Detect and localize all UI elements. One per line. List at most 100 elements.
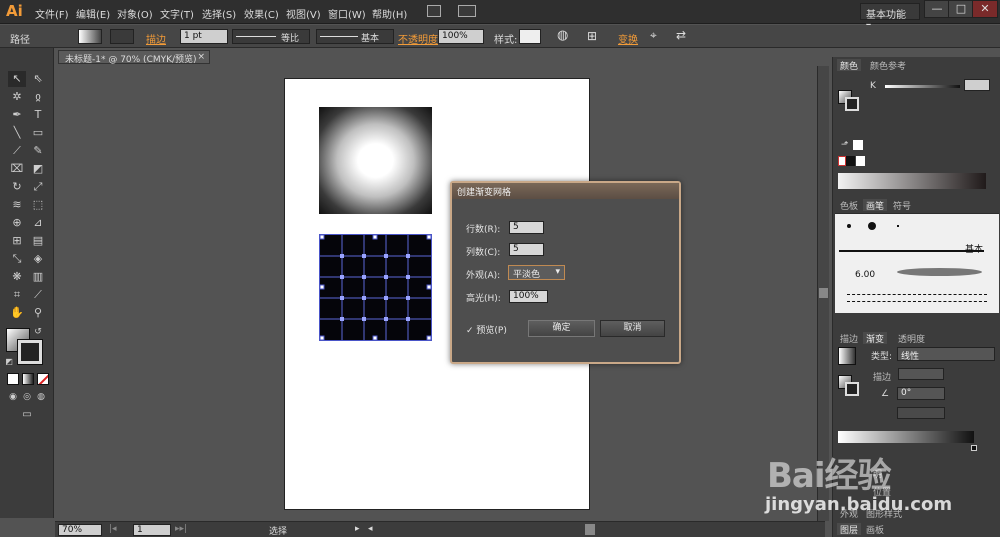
gradient-preview[interactable]: [838, 347, 856, 365]
document-tab[interactable]: 未标题-1* @ 70% (CMYK/预览) ×: [58, 50, 210, 65]
brush-dot-large[interactable]: [868, 222, 876, 230]
tab-color[interactable]: 颜色: [837, 59, 862, 72]
arrange-documents-icon[interactable]: [458, 5, 476, 17]
gradient-type-select[interactable]: 线性: [897, 347, 995, 362]
rotate-tool-icon[interactable]: ↻: [8, 179, 26, 195]
column-graph-tool-icon[interactable]: ▥: [29, 269, 47, 285]
workspace-switcher[interactable]: 基本功能 ▾: [860, 3, 920, 32]
highlight-field[interactable]: 100%: [509, 290, 548, 303]
opacity-label[interactable]: 不透明度: [398, 31, 438, 46]
stroke-color-swatch[interactable]: [17, 339, 43, 365]
swap-colors-icon[interactable]: ↺: [32, 324, 44, 337]
tab-transparency[interactable]: 透明度: [895, 332, 928, 345]
stroke-gradient-buttons[interactable]: [898, 368, 944, 380]
perspective-grid-tool-icon[interactable]: ⊿: [29, 215, 47, 231]
opacity-field[interactable]: 100%: [438, 29, 484, 44]
draw-normal-icon[interactable]: ◉: [6, 389, 20, 405]
recolor-icon[interactable]: ◍: [557, 28, 568, 43]
stroke-weight-field[interactable]: 1 pt: [180, 29, 228, 44]
tab-stroke[interactable]: 描边: [837, 332, 861, 345]
gradient-tool-icon[interactable]: ▤: [29, 233, 47, 249]
eyedropper-tool-icon[interactable]: ⤡: [8, 251, 26, 267]
bridge-icon[interactable]: [427, 5, 441, 17]
rows-field[interactable]: 5: [509, 221, 544, 234]
eraser-tool-icon[interactable]: ◩: [29, 161, 47, 177]
minimize-button[interactable]: —: [924, 0, 950, 18]
zoom-field[interactable]: 70%: [58, 524, 102, 536]
paintbrush-tool-icon[interactable]: ⟋: [8, 143, 26, 159]
tab-symbols[interactable]: 符号: [890, 199, 914, 212]
tab-swatches[interactable]: 色板: [837, 199, 861, 212]
width-tool-icon[interactable]: ≋: [8, 197, 26, 213]
isolate-icon[interactable]: ⌖: [650, 28, 657, 43]
angle-field[interactable]: 0°: [897, 387, 945, 400]
line-tool-icon[interactable]: ╲: [8, 125, 26, 141]
align-icon[interactable]: ⊞: [587, 29, 597, 43]
appearance-select[interactable]: 平淡色 ▾: [508, 265, 565, 280]
color-spectrum[interactable]: [838, 173, 986, 189]
scale-tool-icon[interactable]: ⤢: [29, 179, 47, 195]
restore-button[interactable]: □: [948, 0, 974, 18]
blob-brush-tool-icon[interactable]: ⌧: [8, 161, 26, 177]
horizontal-scroll-thumb[interactable]: [585, 524, 595, 535]
default-colors-icon[interactable]: ◩: [4, 354, 14, 366]
panel-menu-icon[interactable]: ⇄: [676, 28, 686, 42]
slice-tool-icon[interactable]: ⟋: [29, 287, 47, 303]
none-swatch[interactable]: [838, 156, 846, 166]
next-page-icon[interactable]: ▸▸|: [175, 524, 187, 534]
direct-selection-tool-icon[interactable]: ⇖: [29, 71, 47, 87]
zoom-tool-icon[interactable]: ⚲: [29, 305, 47, 321]
basic-brush-line[interactable]: [839, 250, 984, 252]
out-of-gamut-icon[interactable]: ⬏: [841, 140, 849, 150]
status-menu-icon[interactable]: ▸: [355, 524, 360, 534]
transform-label[interactable]: 变换: [618, 31, 638, 46]
pencil-tool-icon[interactable]: ✎: [29, 143, 47, 159]
artboard-tool-icon[interactable]: ⌗: [8, 287, 26, 303]
color-stroke-swatch[interactable]: [845, 97, 859, 111]
selection-tool-icon[interactable]: ↖: [8, 71, 26, 87]
rectangle-tool-icon[interactable]: ▭: [29, 125, 47, 141]
k-value-field[interactable]: [964, 79, 990, 91]
screen-mode-icon[interactable]: ▭: [18, 407, 36, 423]
brush-dot-small[interactable]: [847, 224, 851, 228]
blend-tool-icon[interactable]: ◈: [29, 251, 47, 267]
gradient-mesh-object[interactable]: [319, 234, 432, 341]
symbol-sprayer-tool-icon[interactable]: ❋: [8, 269, 26, 285]
hand-tool-icon[interactable]: ✋: [8, 305, 26, 321]
pattern-brush-sample[interactable]: [847, 294, 987, 302]
scroll-left-icon[interactable]: ◂: [368, 524, 373, 534]
magic-wand-tool-icon[interactable]: ✲: [8, 89, 26, 105]
draw-behind-icon[interactable]: ◎: [20, 389, 34, 405]
gradient-slider[interactable]: [838, 431, 974, 443]
menu-window[interactable]: 窗口(W): [328, 6, 366, 21]
menu-type[interactable]: 文字(T): [160, 6, 194, 21]
pen-tool-icon[interactable]: ✒: [8, 107, 26, 123]
stroke-swatch[interactable]: [110, 29, 134, 44]
menu-help[interactable]: 帮助(H): [372, 6, 407, 21]
brush-stroke-sample[interactable]: [897, 268, 982, 276]
vertical-scroll-thumb[interactable]: [819, 288, 828, 298]
draw-inside-icon[interactable]: ◍: [34, 389, 48, 405]
fill-swatch[interactable]: [78, 29, 102, 44]
page-field[interactable]: 1: [133, 524, 171, 536]
tab-gradient[interactable]: 渐变: [863, 332, 888, 345]
menu-edit[interactable]: 编辑(E): [76, 6, 110, 21]
white-swatch-2[interactable]: [856, 156, 865, 166]
tab-brushes[interactable]: 画笔: [863, 199, 888, 212]
close-button[interactable]: ✕: [972, 0, 998, 18]
brush-definition[interactable]: 基本: [316, 29, 394, 44]
menu-file[interactable]: 文件(F): [35, 6, 69, 21]
aspect-field[interactable]: [897, 407, 945, 419]
menu-object[interactable]: 对象(O): [117, 6, 153, 21]
lasso-tool-icon[interactable]: ჲ: [29, 89, 47, 105]
none-mode-icon[interactable]: [37, 373, 49, 385]
gradient-stroke-swatch[interactable]: [845, 382, 859, 396]
columns-field[interactable]: 5: [509, 243, 544, 256]
black-swatch[interactable]: [846, 156, 855, 166]
type-tool-icon[interactable]: T: [29, 107, 47, 123]
white-swatch[interactable]: [853, 140, 863, 150]
brush-dot-tiny[interactable]: [897, 225, 899, 227]
mesh-tool-icon[interactable]: ⊞: [8, 233, 26, 249]
close-tab-icon[interactable]: ×: [197, 52, 205, 62]
tab-color-guide[interactable]: 颜色参考: [867, 59, 909, 72]
